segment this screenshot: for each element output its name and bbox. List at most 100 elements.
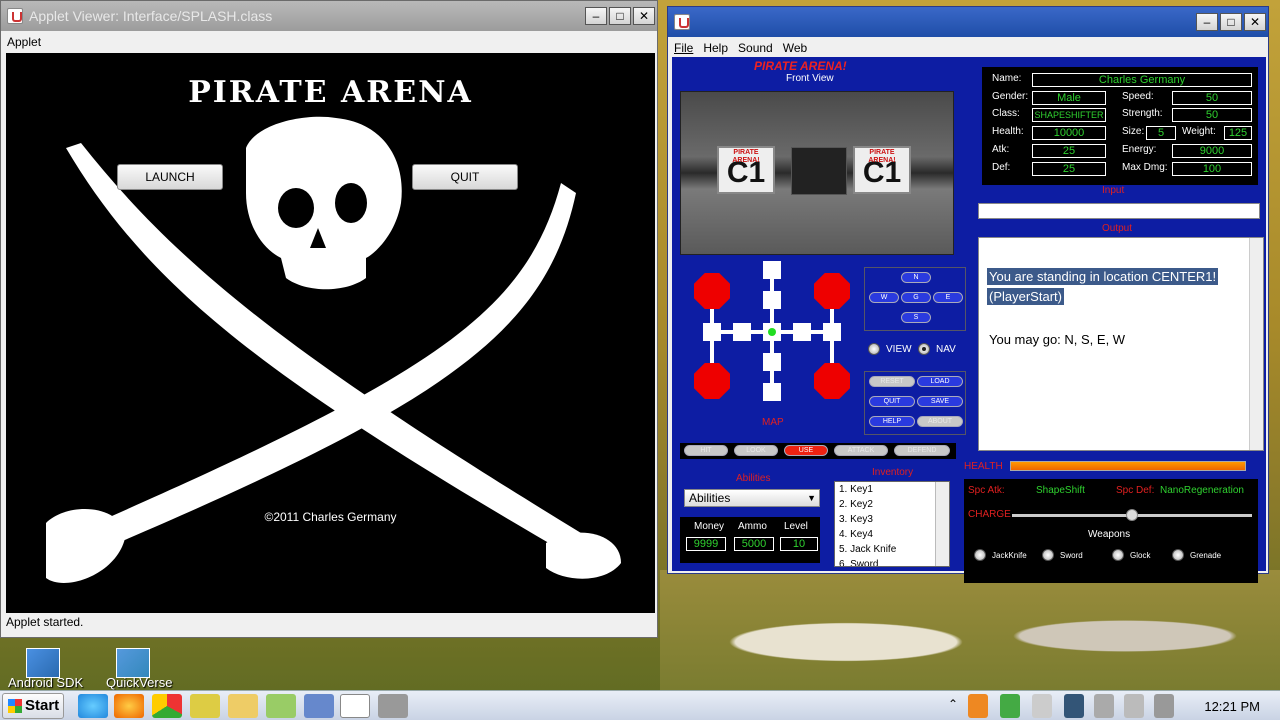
folder-icon[interactable]: [228, 694, 258, 718]
weapon-grenade-radio[interactable]: [1172, 549, 1184, 561]
start-button[interactable]: Start: [2, 693, 64, 719]
menu-sound[interactable]: Sound: [738, 41, 773, 55]
weapon-glock-label: Glock: [1130, 551, 1151, 560]
tray-power-icon[interactable]: [1154, 694, 1174, 718]
close-button[interactable]: ✕: [633, 7, 655, 25]
notepad-icon[interactable]: [266, 694, 296, 718]
nav-n-button[interactable]: N: [901, 272, 931, 283]
spc-atk-label: Spc Atk:: [968, 485, 1005, 496]
menu-web[interactable]: Web: [783, 41, 807, 55]
about-button[interactable]: ABOUT: [917, 416, 963, 427]
maxdmg-value: 100: [1172, 162, 1252, 176]
ammo-label: Ammo: [738, 521, 767, 532]
abilities-dropdown[interactable]: Abilities ▼: [684, 489, 820, 507]
attack-button[interactable]: ATTACK: [834, 445, 888, 456]
money-value: 9999: [686, 537, 726, 551]
load-button[interactable]: LOAD: [917, 376, 963, 387]
weapon-sword-label: Sword: [1060, 551, 1083, 560]
tray-network-icon[interactable]: [1000, 694, 1020, 718]
android-sdk-label[interactable]: Android SDK: [8, 675, 83, 690]
output-scrollbar[interactable]: [1249, 238, 1263, 450]
quit-button[interactable]: QUIT: [412, 164, 518, 190]
game-title-bar[interactable]: – □ ✕: [668, 7, 1268, 37]
charge-slider-knob[interactable]: [1126, 509, 1138, 521]
tray-device-icon[interactable]: [1094, 694, 1114, 718]
clock[interactable]: 12:21 PM: [1204, 699, 1260, 714]
maximize-button[interactable]: □: [609, 7, 631, 25]
quickverse-label[interactable]: QuickVerse: [106, 675, 172, 690]
use-button[interactable]: USE: [784, 445, 828, 456]
command-input[interactable]: [978, 203, 1260, 219]
charge-slider[interactable]: [1012, 509, 1252, 521]
special-panel: Spc Atk: ShapeShift Spc Def: NanoRegener…: [964, 479, 1258, 583]
inventory-item[interactable]: 5. Jack Knife: [835, 542, 949, 557]
control-buttons: RESET LOAD QUIT SAVE HELP ABOUT: [864, 371, 966, 435]
firefox-icon[interactable]: [114, 694, 144, 718]
menu-applet[interactable]: Applet: [7, 35, 41, 49]
minimize-button[interactable]: –: [585, 7, 607, 25]
output-area[interactable]: You are standing in location CENTER1! (P…: [978, 237, 1264, 451]
game-window: – □ ✕ File Help Sound Web PIRATE ARENA! …: [667, 6, 1269, 583]
nav-e-button[interactable]: E: [933, 292, 963, 303]
inventory-item[interactable]: 6. Sword: [835, 557, 949, 566]
virtualbox-icon[interactable]: [304, 694, 334, 718]
desktop-wallpaper-art: [660, 570, 1280, 690]
nav-label: NAV: [936, 344, 956, 355]
front-view-3d: PIRATE ARENA! C1 PIRATE ARENA! C1: [680, 91, 954, 255]
hit-button[interactable]: HIT: [684, 445, 728, 456]
maximize-button[interactable]: □: [1220, 13, 1242, 31]
charge-label: CHARGE: [968, 509, 1011, 520]
inventory-list[interactable]: 1. Key1 2. Key2 3. Key3 4. Key4 5. Jack …: [834, 481, 950, 567]
game-panel: PIRATE ARENA! Front View PIRATE ARENA! C1…: [672, 57, 1266, 583]
game-quit-button[interactable]: QUIT: [869, 396, 915, 407]
output-label: Output: [1102, 223, 1133, 234]
tray-monitor-icon[interactable]: [1064, 694, 1084, 718]
tray-volume-icon[interactable]: [1124, 694, 1144, 718]
android-sdk-icon[interactable]: [26, 648, 60, 678]
weapon-sword-radio[interactable]: [1042, 549, 1054, 561]
weapon-jackknife-radio[interactable]: [974, 549, 986, 561]
inventory-item[interactable]: 3. Key3: [835, 512, 949, 527]
inventory-item[interactable]: 2. Key2: [835, 497, 949, 512]
save-button[interactable]: SAVE: [917, 396, 963, 407]
spc-def-label: Spc Def:: [1116, 485, 1155, 496]
nav-g-button[interactable]: G: [901, 292, 931, 303]
reset-button[interactable]: RESET: [869, 376, 915, 387]
ie-icon[interactable]: [78, 694, 108, 718]
inventory-item[interactable]: 4. Key4: [835, 527, 949, 542]
output-line-3: You may go: N, S, E, W: [989, 332, 1126, 347]
applet-title-bar[interactable]: Applet Viewer: Interface/SPLASH.class – …: [1, 1, 657, 31]
inventory-scrollbar[interactable]: [935, 482, 949, 566]
java-icon: [674, 14, 690, 30]
nav-radio[interactable]: [918, 343, 930, 355]
front-view-label: Front View: [786, 73, 834, 84]
java-taskbar-icon-2[interactable]: [378, 694, 408, 718]
java-taskbar-icon[interactable]: [340, 694, 370, 718]
health-value: 10000: [1032, 126, 1106, 140]
nav-w-button[interactable]: W: [869, 292, 899, 303]
app-icon[interactable]: [190, 694, 220, 718]
weight-value: 125: [1224, 126, 1252, 140]
look-button[interactable]: LOOK: [734, 445, 778, 456]
nav-s-button[interactable]: S: [901, 312, 931, 323]
applet-status: Applet started.: [6, 615, 84, 629]
energy-label: Energy:: [1122, 144, 1157, 155]
menu-help[interactable]: Help: [703, 41, 728, 55]
weapon-glock-radio[interactable]: [1112, 549, 1124, 561]
inventory-item[interactable]: 1. Key1: [835, 482, 949, 497]
menu-file[interactable]: File: [674, 41, 693, 55]
minimize-button[interactable]: –: [1196, 13, 1218, 31]
view-radio[interactable]: [868, 343, 880, 355]
defend-button[interactable]: DEFEND: [894, 445, 950, 456]
health-label: Health:: [992, 126, 1024, 137]
tray-chevron-icon[interactable]: ⌃: [948, 697, 958, 711]
chrome-icon[interactable]: [152, 694, 182, 718]
launch-button[interactable]: LAUNCH: [117, 164, 223, 190]
quickverse-icon[interactable]: [116, 648, 150, 678]
tray-app-icon[interactable]: [968, 694, 988, 718]
strength-value: 50: [1172, 108, 1252, 122]
help-button[interactable]: HELP: [869, 416, 915, 427]
input-label: Input: [1102, 185, 1125, 196]
tray-flag-icon[interactable]: [1032, 694, 1052, 718]
close-button[interactable]: ✕: [1244, 13, 1266, 31]
